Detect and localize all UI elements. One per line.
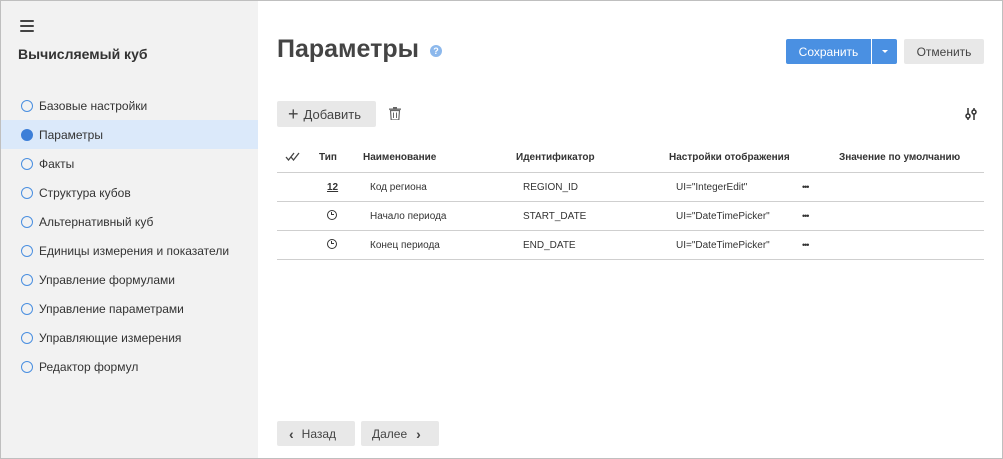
column-header-name[interactable]: Наименование <box>363 152 516 163</box>
column-settings-icon[interactable] <box>964 107 978 121</box>
sidebar-item-label: Параметры <box>39 127 103 142</box>
help-icon[interactable]: ? <box>430 45 442 57</box>
add-button-label: Добавить <box>303 106 361 122</box>
cell-display: UI="DateTimePicker" <box>676 239 770 251</box>
sidebar-item-parameter-management[interactable]: Управление параметрами <box>1 294 258 323</box>
radio-icon <box>21 302 33 315</box>
cell-name: Конец периода <box>370 239 440 251</box>
radio-icon <box>21 244 33 257</box>
sidebar-item-facts[interactable]: Факты <box>1 149 258 178</box>
back-button-label: Назад <box>301 426 337 441</box>
cell-display: UI="DateTimePicker" <box>676 210 770 222</box>
cell-id: START_DATE <box>523 210 587 222</box>
sidebar-item-alternative-cube[interactable]: Альтернативный куб <box>1 207 258 236</box>
select-all-icon[interactable] <box>277 152 311 164</box>
cell-display: UI="IntegerEdit" <box>676 181 748 193</box>
table-row[interactable]: 12 Код региона REGION_ID UI="IntegerEdit… <box>277 173 984 202</box>
radio-icon <box>21 99 33 112</box>
radio-icon <box>21 157 33 170</box>
table-row[interactable]: Начало периода START_DATE UI="DateTimePi… <box>277 202 984 231</box>
cell-id: END_DATE <box>523 239 576 251</box>
next-button-label: Далее <box>372 426 408 441</box>
sidebar-item-basic-settings[interactable]: Базовые настройки <box>1 91 258 120</box>
sidebar-item-label: Единицы измерения и показатели <box>39 243 230 258</box>
radio-icon <box>21 273 33 286</box>
parameters-table: Тип Наименование Идентификатор Настройки… <box>277 143 984 260</box>
sidebar-item-label: Структура кубов <box>39 185 131 200</box>
radio-icon <box>21 360 33 373</box>
sidebar-item-formula-management[interactable]: Управление формулами <box>1 265 258 294</box>
trash-icon[interactable] <box>389 107 401 120</box>
sidebar-item-label: Управление формулами <box>39 272 176 287</box>
radio-icon <box>21 215 33 228</box>
sidebar-item-parameters[interactable]: Параметры <box>1 120 258 149</box>
sidebar-item-label: Альтернативный куб <box>39 214 154 229</box>
sidebar-item-control-dimensions[interactable]: Управляющие измерения <box>1 323 258 352</box>
column-header-id[interactable]: Идентификатор <box>516 152 669 163</box>
add-button[interactable]: + Добавить <box>277 101 376 127</box>
cell-name: Код региона <box>370 181 427 193</box>
more-icon[interactable]: ••• <box>802 240 810 250</box>
table-header: Тип Наименование Идентификатор Настройки… <box>277 143 984 173</box>
sidebar-item-units[interactable]: Единицы измерения и показатели <box>1 236 258 265</box>
sidebar-item-label: Управляющие измерения <box>39 330 182 345</box>
sidebar: Вычисляемый куб Базовые настройки Параме… <box>1 1 258 458</box>
table-row[interactable]: Конец периода END_DATE UI="DateTimePicke… <box>277 231 984 260</box>
sidebar-item-formula-editor[interactable]: Редактор формул <box>1 352 258 381</box>
save-dropdown-button[interactable] <box>872 39 897 64</box>
more-icon[interactable]: ••• <box>802 182 810 192</box>
radio-checked-icon <box>21 128 33 141</box>
more-icon[interactable]: ••• <box>802 211 810 221</box>
column-header-default[interactable]: Значение по умолчанию <box>839 152 984 163</box>
cancel-button[interactable]: Отменить <box>904 39 984 64</box>
clock-icon <box>327 238 337 249</box>
number-type-icon: 12 <box>327 181 339 193</box>
app-window: Вычисляемый куб Базовые настройки Параме… <box>0 0 1003 459</box>
column-header-display[interactable]: Настройки отображения <box>669 152 839 163</box>
sidebar-title: Вычисляемый куб <box>18 46 148 62</box>
sidebar-item-label: Редактор формул <box>39 359 139 374</box>
next-button[interactable]: Далее › <box>361 421 439 446</box>
sidebar-item-label: Базовые настройки <box>39 98 148 113</box>
chevron-right-icon: › <box>416 425 421 442</box>
radio-icon <box>21 186 33 199</box>
cell-name: Начало периода <box>370 210 447 222</box>
sidebar-item-label: Факты <box>39 156 75 171</box>
sidebar-item-cube-structure[interactable]: Структура кубов <box>1 178 258 207</box>
sidebar-nav: Базовые настройки Параметры Факты Структ… <box>1 91 258 381</box>
sidebar-item-label: Управление параметрами <box>39 301 184 316</box>
column-header-type[interactable]: Тип <box>311 152 363 163</box>
menu-icon[interactable] <box>20 20 34 32</box>
page-title: Параметры <box>277 35 419 63</box>
save-button[interactable]: Сохранить <box>786 39 871 64</box>
main-content: Параметры ? Сохранить Отменить + Добавит… <box>258 1 1002 458</box>
radio-icon <box>21 331 33 344</box>
plus-icon: + <box>288 104 299 124</box>
back-button[interactable]: ‹ Назад <box>277 421 355 446</box>
chevron-left-icon: ‹ <box>289 425 294 442</box>
clock-icon <box>327 209 337 220</box>
cell-id: REGION_ID <box>523 181 579 193</box>
